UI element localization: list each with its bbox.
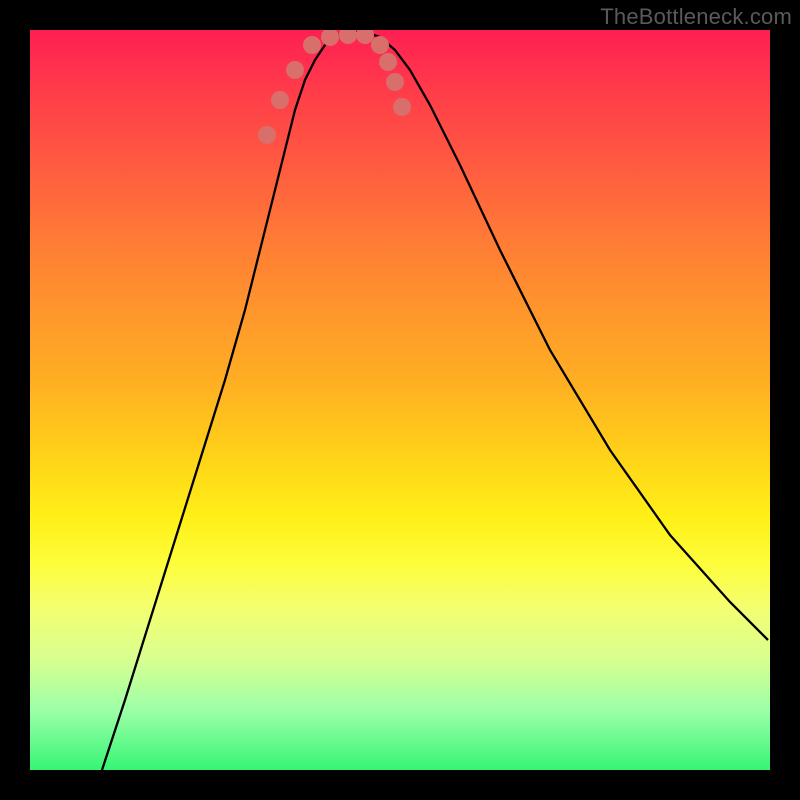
curve-marker <box>258 126 276 144</box>
curve-marker <box>393 98 411 116</box>
curve-marker <box>303 36 321 54</box>
curve-marker <box>356 30 374 44</box>
curve-marker <box>286 61 304 79</box>
curve-marker <box>321 30 339 46</box>
chart-plot-area <box>30 30 770 770</box>
chart-svg <box>30 30 770 770</box>
curve-marker <box>271 91 289 109</box>
curve-marker <box>379 53 397 71</box>
watermark-label: TheBottleneck.com <box>600 4 792 30</box>
curve-marker <box>371 36 389 54</box>
curve-marker <box>386 73 404 91</box>
bottleneck-curve <box>102 32 768 770</box>
curve-marker <box>339 30 357 44</box>
marker-group <box>258 30 411 144</box>
chart-stage: TheBottleneck.com <box>0 0 800 800</box>
